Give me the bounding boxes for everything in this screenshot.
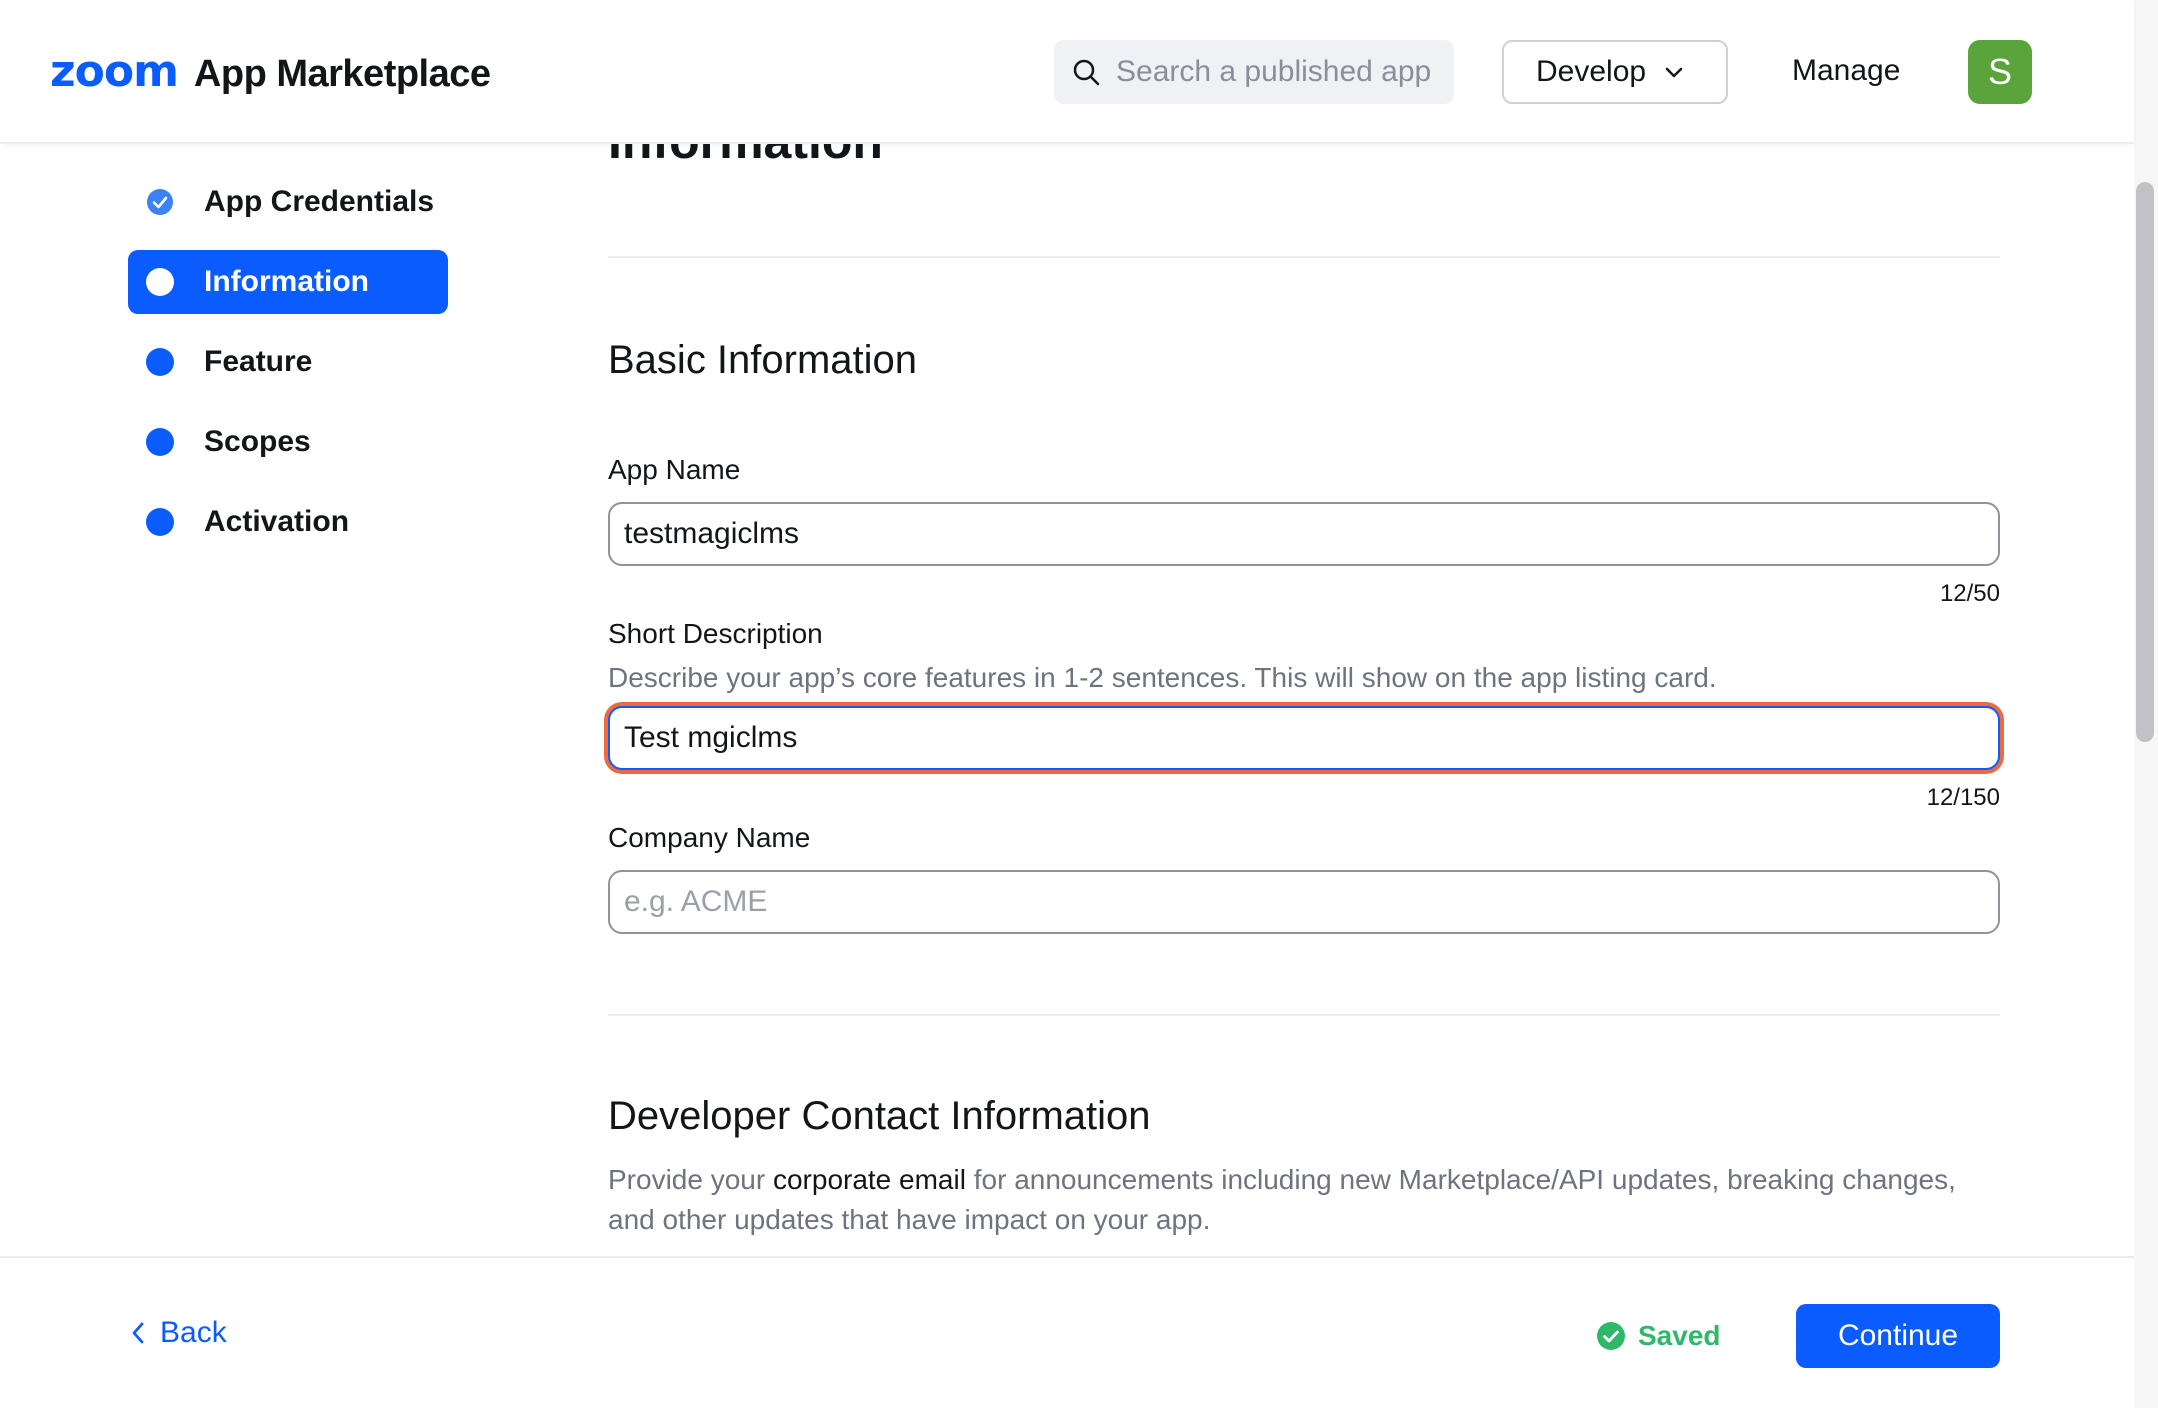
sidebar-item-feature[interactable]: Feature	[128, 330, 312, 394]
footer-bar: Back Saved Continue	[0, 1256, 2134, 1408]
top-header: zoom App Marketplace Develop Manage S	[0, 0, 2134, 144]
app-name-label: App Name	[608, 454, 741, 485]
brand[interactable]: zoom App Marketplace	[50, 46, 491, 97]
chevron-left-icon	[132, 1322, 144, 1344]
search-box[interactable]	[1054, 40, 1454, 104]
sidebar-item-activation[interactable]: Activation	[128, 490, 349, 554]
short-description-input[interactable]	[608, 706, 2000, 770]
contact-desc-text: Provide your	[608, 1164, 773, 1195]
sidebar-item-label: Activation	[204, 505, 350, 538]
marketplace-title: App Marketplace	[193, 53, 491, 95]
back-button[interactable]: Back	[130, 1316, 227, 1350]
sidebar-item-app-credentials[interactable]: App Credentials	[128, 170, 434, 234]
short-description-counter: 12/150	[1926, 784, 2000, 811]
divider	[608, 256, 2000, 258]
step-dot-icon	[146, 268, 174, 296]
step-dot-icon	[146, 348, 174, 376]
saved-status: Saved	[1596, 1320, 1721, 1352]
basic-information-title: Basic Information	[608, 338, 918, 382]
contact-desc-emphasis: corporate email	[772, 1164, 966, 1195]
sidebar-item-information[interactable]: Information	[128, 250, 448, 314]
continue-button[interactable]: Continue	[1796, 1304, 2000, 1368]
develop-dropdown[interactable]: Develop	[1502, 40, 1728, 104]
company-name-input[interactable]	[608, 870, 2000, 934]
back-label: Back	[160, 1316, 227, 1349]
company-name-label: Company Name	[608, 822, 811, 853]
app-name-counter: 12/50	[1939, 580, 2000, 607]
page: zoom App Marketplace Develop Manage S	[0, 0, 2158, 1408]
zoom-logo: zoom	[50, 46, 179, 97]
search-input[interactable]	[1116, 55, 1436, 89]
saved-label: Saved	[1638, 1320, 1721, 1351]
developer-contact-description: Provide your corporate email for announc…	[608, 1160, 2000, 1240]
app-name-input[interactable]	[608, 502, 2000, 566]
step-dot-icon	[146, 508, 174, 536]
check-circle-icon	[146, 188, 174, 216]
short-description-label: Short Description	[608, 618, 823, 649]
sidebar-item-label: Feature	[204, 345, 313, 378]
step-dot-icon	[146, 428, 174, 456]
divider	[608, 1014, 2000, 1016]
search-icon	[1073, 59, 1100, 86]
manage-link[interactable]: Manage	[1792, 54, 1900, 88]
sidebar-item-label: Information	[204, 265, 369, 298]
scrollbar-thumb[interactable]	[2136, 182, 2154, 742]
check-circle-icon	[1597, 1322, 1625, 1350]
short-description-help: Describe your app’s core features in 1-2…	[608, 662, 1717, 693]
sidebar-item-scopes[interactable]: Scopes	[128, 410, 311, 474]
chevron-down-icon	[1665, 67, 1683, 78]
avatar[interactable]: S	[1968, 40, 2032, 104]
sidebar-item-label: Scopes	[204, 425, 311, 458]
developer-contact-title: Developer Contact Information	[608, 1094, 1151, 1138]
sidebar-item-label: App Credentials	[204, 185, 435, 218]
develop-label: Develop	[1536, 55, 1647, 88]
